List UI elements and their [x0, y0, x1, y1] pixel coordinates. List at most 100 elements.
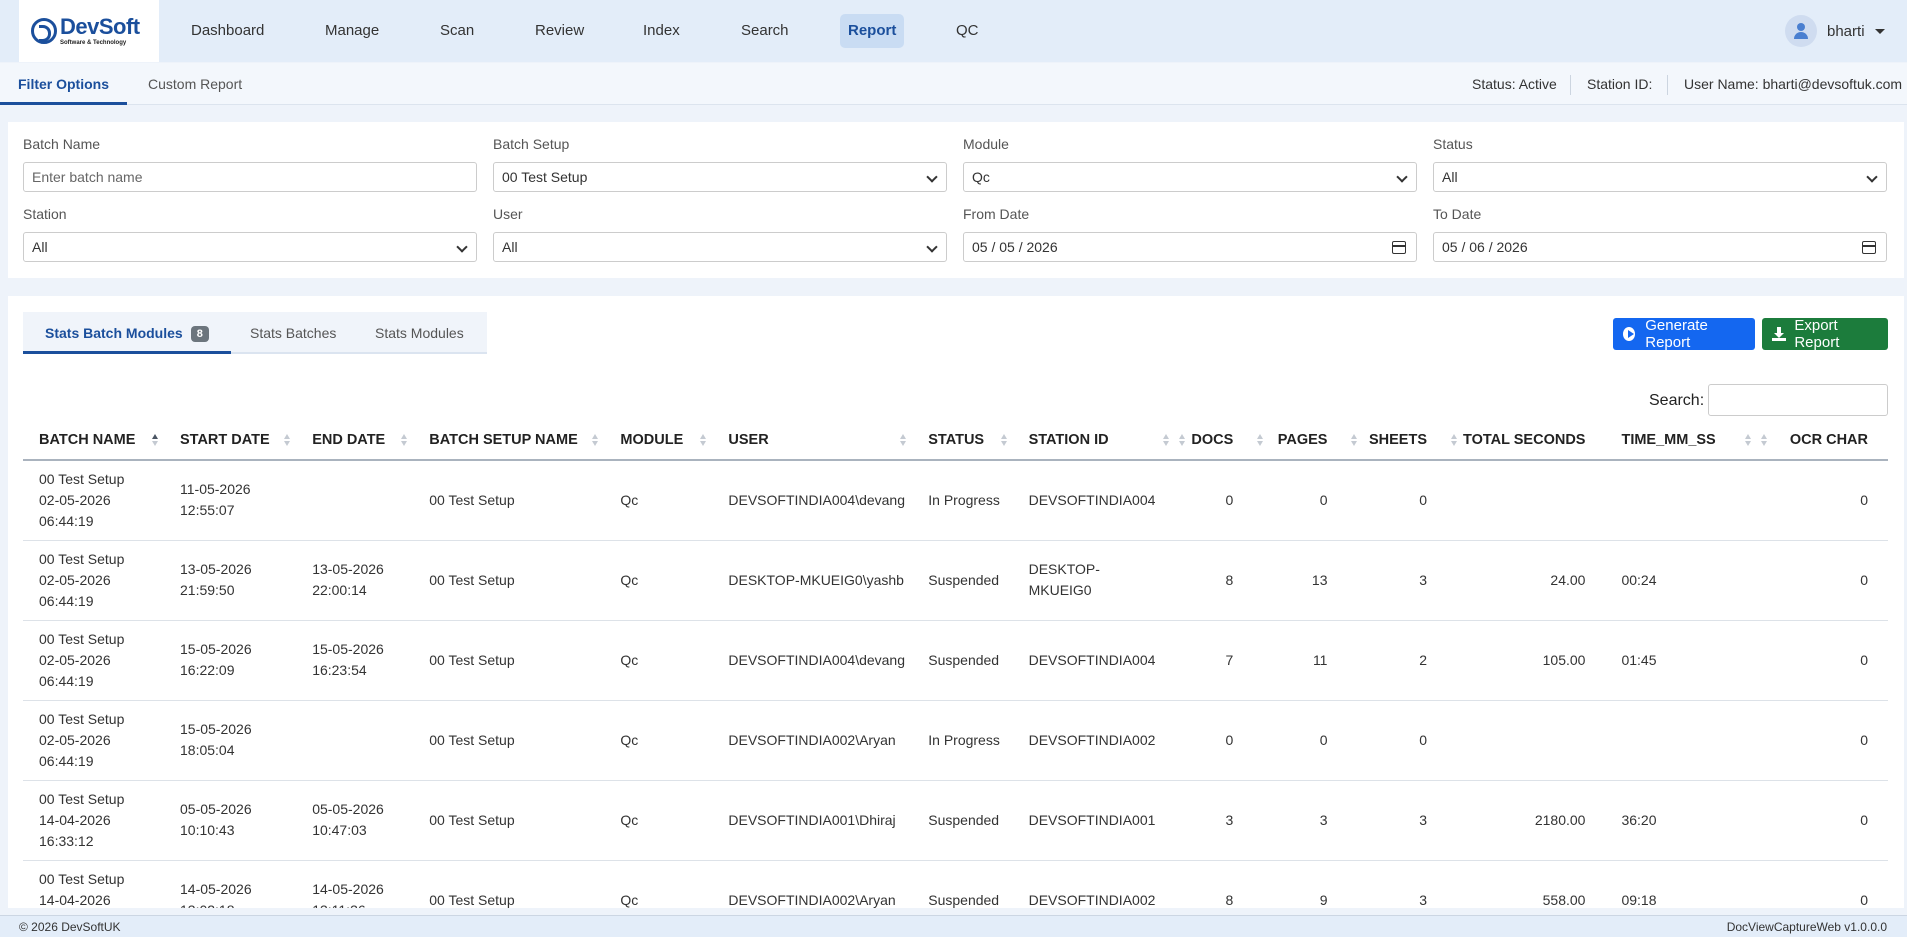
docs-cell: 0 [1175, 700, 1254, 781]
time-mm-ss-cell [1605, 460, 1758, 541]
search-input[interactable] [1708, 384, 1888, 416]
station-id-cell-line: MKUEIG0 [1028, 582, 1092, 598]
start-date-cell-line: 11-05-2026 [180, 481, 251, 498]
batch-name-cell-line: 02-05-2026 [39, 731, 111, 748]
end-date-cell-line: 13-05-2026 [312, 561, 384, 577]
tab-stats-modules[interactable]: Stats Modules [353, 312, 486, 354]
sort-icon [1163, 434, 1170, 446]
to-date-label: To Date [1433, 206, 1482, 222]
sort-icon [401, 434, 408, 446]
batch-name-cell: 00 Test Setup 02-05-2026 06:44:19 [23, 540, 164, 621]
tab-stats-batch-modules[interactable]: Stats Batch Modules 8 [23, 312, 231, 354]
start-date-cell-line: 10:10:43 [180, 822, 235, 838]
export-report-button[interactable]: Export Report [1762, 317, 1888, 351]
status-select[interactable]: All [1433, 162, 1887, 192]
table-row[interactable]: 00 Test Setup14-04-202616:33:1214-05-202… [23, 860, 1888, 908]
batch-name-cell-line: 06:44:19 [39, 512, 94, 529]
table-row[interactable]: 00 Test Setup 14-04-2026 16:33:12 05-05-202… [23, 780, 1888, 861]
batch-name-cell-line: 00 Test Setup [39, 630, 125, 647]
table-row[interactable]: 00 Test Setup 02-05-2026 06:44:19 11-05-202… [23, 460, 1888, 541]
station-id-cell-line: DEVSOFTINDIA004 [1028, 651, 1156, 668]
col-user[interactable]: USER [712, 420, 913, 461]
module-select[interactable]: Qc [963, 162, 1417, 192]
status-cell: Suspended [912, 860, 1013, 908]
devsoft-logo[interactable]: DevSoft Software & Technology [19, 0, 159, 62]
col-ocr-char[interactable]: OCR CHAR [1757, 420, 1888, 461]
batch-setup-select[interactable]: 00 Test Setup [493, 162, 947, 192]
tab-filter-options[interactable]: Filter Options [0, 63, 127, 105]
sort-icon [1257, 434, 1264, 446]
nav-scan[interactable]: Scan [432, 14, 482, 48]
col-time-mm-ss[interactable]: TIME_MM_SS [1605, 420, 1758, 461]
ocr-char-cell: 0 [1757, 780, 1888, 861]
table-row[interactable]: 00 Test Setup 02-05-2026 06:44:19 15-05-202… [23, 700, 1888, 781]
table-row[interactable]: 00 Test Setup 02-05-2026 06:44:19 15-05-202… [23, 620, 1888, 701]
col-module[interactable]: MODULE [604, 420, 713, 461]
chevron-down-icon [1396, 171, 1408, 183]
end-date-cell: 13-05-2026 22:00:14 [296, 540, 414, 621]
to-date-input[interactable]: 05 / 06 / 2026 [1433, 232, 1887, 262]
status-cell: In Progress [912, 700, 1013, 781]
column-label: MODULE [620, 431, 684, 448]
col-status[interactable]: STATUS [912, 420, 1013, 461]
station-id-cell-line: DESKTOP- [1028, 561, 1100, 577]
user-cell: DEVSOFTINDIA001\Dhiraj [712, 780, 913, 861]
column-label: END DATE [312, 431, 386, 448]
batch-name-input[interactable]: Enter batch name [23, 162, 477, 192]
col-pages[interactable]: PAGES [1253, 420, 1348, 461]
station-id-cell: DESKTOP- MKUEIG0 [1012, 540, 1176, 621]
user-select[interactable]: All [493, 232, 947, 262]
end-date-cell-line: 14-05-2026 [312, 881, 384, 897]
batch-setup-cell: 00 Test Setup [413, 780, 605, 861]
col-station-id[interactable]: STATION ID [1012, 420, 1176, 461]
end-date-cell-line: 05-05-2026 [312, 801, 384, 817]
table-row[interactable]: 00 Test Setup 02-05-2026 06:44:19 13-05-202… [23, 540, 1888, 621]
col-end-date[interactable]: END DATE [296, 420, 414, 461]
batch-name-cell-line: 16:33:12 [39, 832, 94, 849]
end-date-cell: 15-05-2026 16:23:54 [296, 620, 414, 701]
report-tabs: Stats Batch Modules 8 Stats Batches Stats… [23, 312, 487, 354]
user-name: bharti [1827, 22, 1865, 40]
tab-custom-report[interactable]: Custom Report [130, 63, 260, 105]
column-label: BATCH SETUP NAME [429, 431, 578, 448]
station-id-cell: DEVSOFTINDIA004 [1012, 620, 1176, 701]
batch-name-label: Batch Name [23, 136, 101, 152]
station-select[interactable]: All [23, 232, 477, 262]
start-date-cell-line: 18:05:04 [180, 742, 235, 758]
ocr-char-cell: 0 [1757, 700, 1888, 781]
col-batch-setup-name[interactable]: BATCH SETUP NAME [413, 420, 605, 461]
user-cell: DEVSOFTINDIA002\Aryan [712, 700, 913, 781]
calendar-icon[interactable] [1392, 241, 1406, 254]
batch-name-cell-line: 14-04-2026 [39, 811, 111, 828]
batch-name-cell-line: 00 Test Setup [39, 870, 125, 887]
nav-manage[interactable]: Manage [317, 14, 387, 48]
module-cell: Qc [604, 620, 713, 701]
user-menu[interactable]: bharti [1785, 14, 1885, 48]
col-docs[interactable]: DOCS [1175, 420, 1254, 461]
status-cell: In Progress [912, 460, 1013, 541]
batch-name-cell-line: 02-05-2026 [39, 571, 111, 588]
calendar-icon[interactable] [1862, 241, 1876, 254]
generate-report-button[interactable]: Generate Report [1613, 317, 1755, 351]
sort-icon [1745, 434, 1752, 446]
nav-report[interactable]: Report [840, 14, 905, 48]
station-value: All [32, 239, 48, 255]
col-total-seconds[interactable]: TOTAL SECONDS [1447, 420, 1606, 461]
time-mm-ss-cell: 00:24 [1605, 540, 1758, 621]
nav-qc[interactable]: QC [948, 14, 987, 48]
col-batch-name[interactable]: BATCH NAME [23, 420, 164, 461]
end-date-cell-line: 13:11:36 [312, 900, 407, 908]
total-seconds-cell: 24.00 [1447, 540, 1606, 621]
nav-index[interactable]: Index [635, 14, 688, 48]
column-label: OCR CHAR [1789, 431, 1868, 448]
batch-setup-label: Batch Setup [493, 136, 570, 152]
nav-search[interactable]: Search [733, 14, 797, 48]
nav-review[interactable]: Review [527, 14, 592, 48]
from-date-input[interactable]: 05 / 05 / 2026 [963, 232, 1417, 262]
col-sheets[interactable]: SHEETS [1347, 420, 1447, 461]
nav-dashboard[interactable]: Dashboard [183, 14, 272, 48]
end-date-cell: 14-05-2026 13:11:36 [296, 860, 414, 908]
end-date-cell-line: 16:23:54 [312, 662, 367, 678]
tab-stats-batches[interactable]: Stats Batches [228, 312, 358, 354]
col-start-date[interactable]: START DATE [164, 420, 297, 461]
